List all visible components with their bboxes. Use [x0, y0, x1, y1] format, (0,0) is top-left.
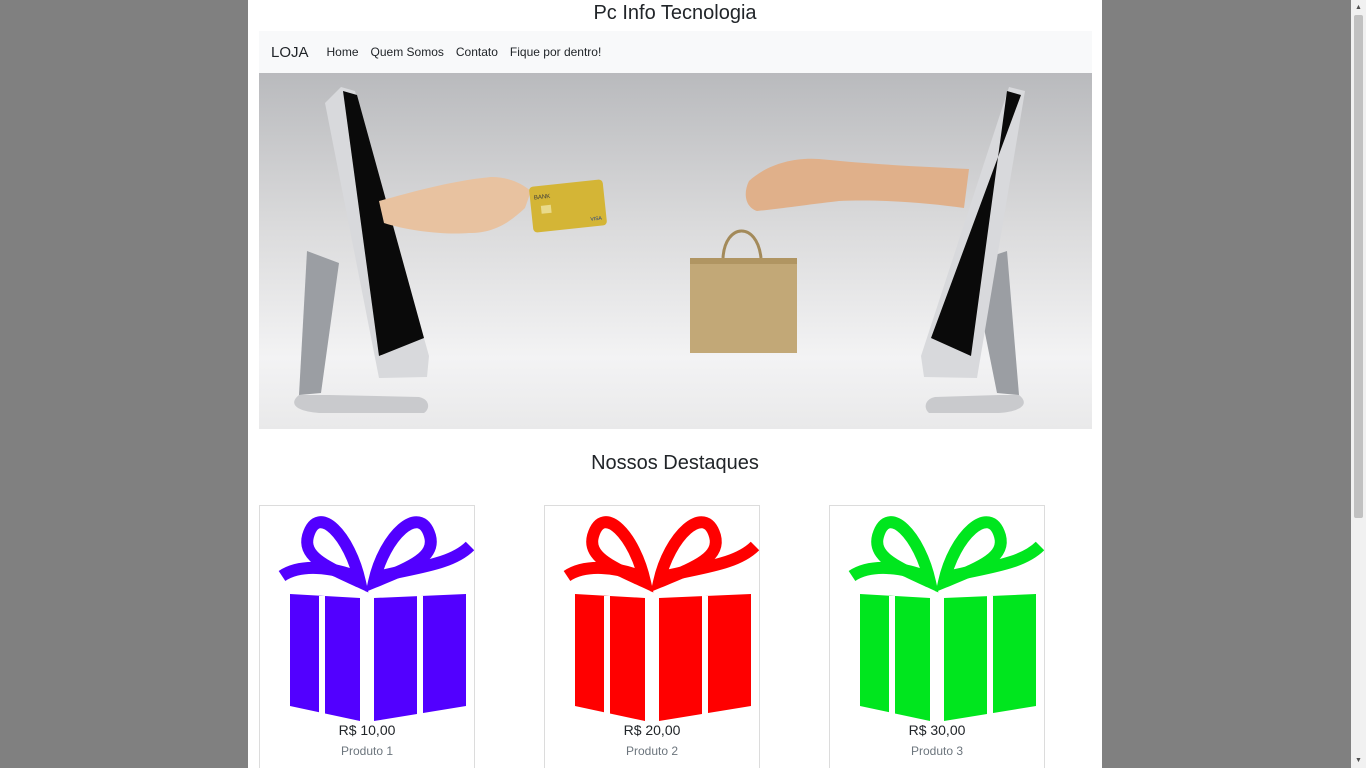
credit-card-graphic: BANK VISA	[529, 179, 607, 233]
svg-text:VISA: VISA	[590, 215, 603, 222]
nav-link-fique-por-dentro[interactable]: Fique por dentro!	[510, 45, 601, 59]
product-name: Produto 1	[340, 744, 394, 758]
gift-icon	[848, 516, 1044, 721]
product-card[interactable]: R$ 10,00 Produto 1	[259, 505, 475, 768]
page-scrollbar[interactable]: ▲ ▼	[1351, 0, 1366, 768]
product-price: R$ 10,00	[338, 722, 396, 738]
site-title: Pc Info Tecnologia	[593, 2, 757, 24]
left-monitor-graphic	[294, 87, 429, 413]
product-name: Produto 2	[625, 744, 679, 758]
hero-banner: BANK VISA	[259, 73, 1092, 429]
navbar: LOJA Home Quem Somos Contato Fique por d…	[259, 31, 1092, 73]
nav-link-quem-somos[interactable]: Quem Somos	[371, 45, 444, 59]
product-price: R$ 30,00	[908, 722, 966, 738]
right-monitor-graphic	[921, 87, 1025, 413]
product-card[interactable]: R$ 20,00 Produto 2	[544, 505, 760, 768]
brand-link[interactable]: LOJA	[271, 44, 309, 61]
gift-icon	[278, 516, 474, 721]
scrollbar-thumb[interactable]	[1354, 15, 1363, 518]
gift-icon	[563, 516, 759, 721]
hero-illustration: BANK VISA	[294, 87, 1025, 413]
page-container: Pc Info Tecnologia LOJA Home Quem Somos …	[248, 0, 1102, 768]
scroll-up-arrow-icon[interactable]: ▲	[1351, 0, 1366, 15]
shopping-bag-graphic	[690, 229, 797, 353]
scroll-down-arrow-icon[interactable]: ▼	[1351, 753, 1366, 768]
product-name: Produto 3	[910, 744, 964, 758]
product-card[interactable]: R$ 30,00 Produto 3	[829, 505, 1045, 768]
nav-link-home[interactable]: Home	[327, 45, 359, 59]
product-price: R$ 20,00	[623, 722, 681, 738]
section-title-highlights: Nossos Destaques	[591, 452, 759, 474]
nav-link-contato[interactable]: Contato	[456, 45, 498, 59]
